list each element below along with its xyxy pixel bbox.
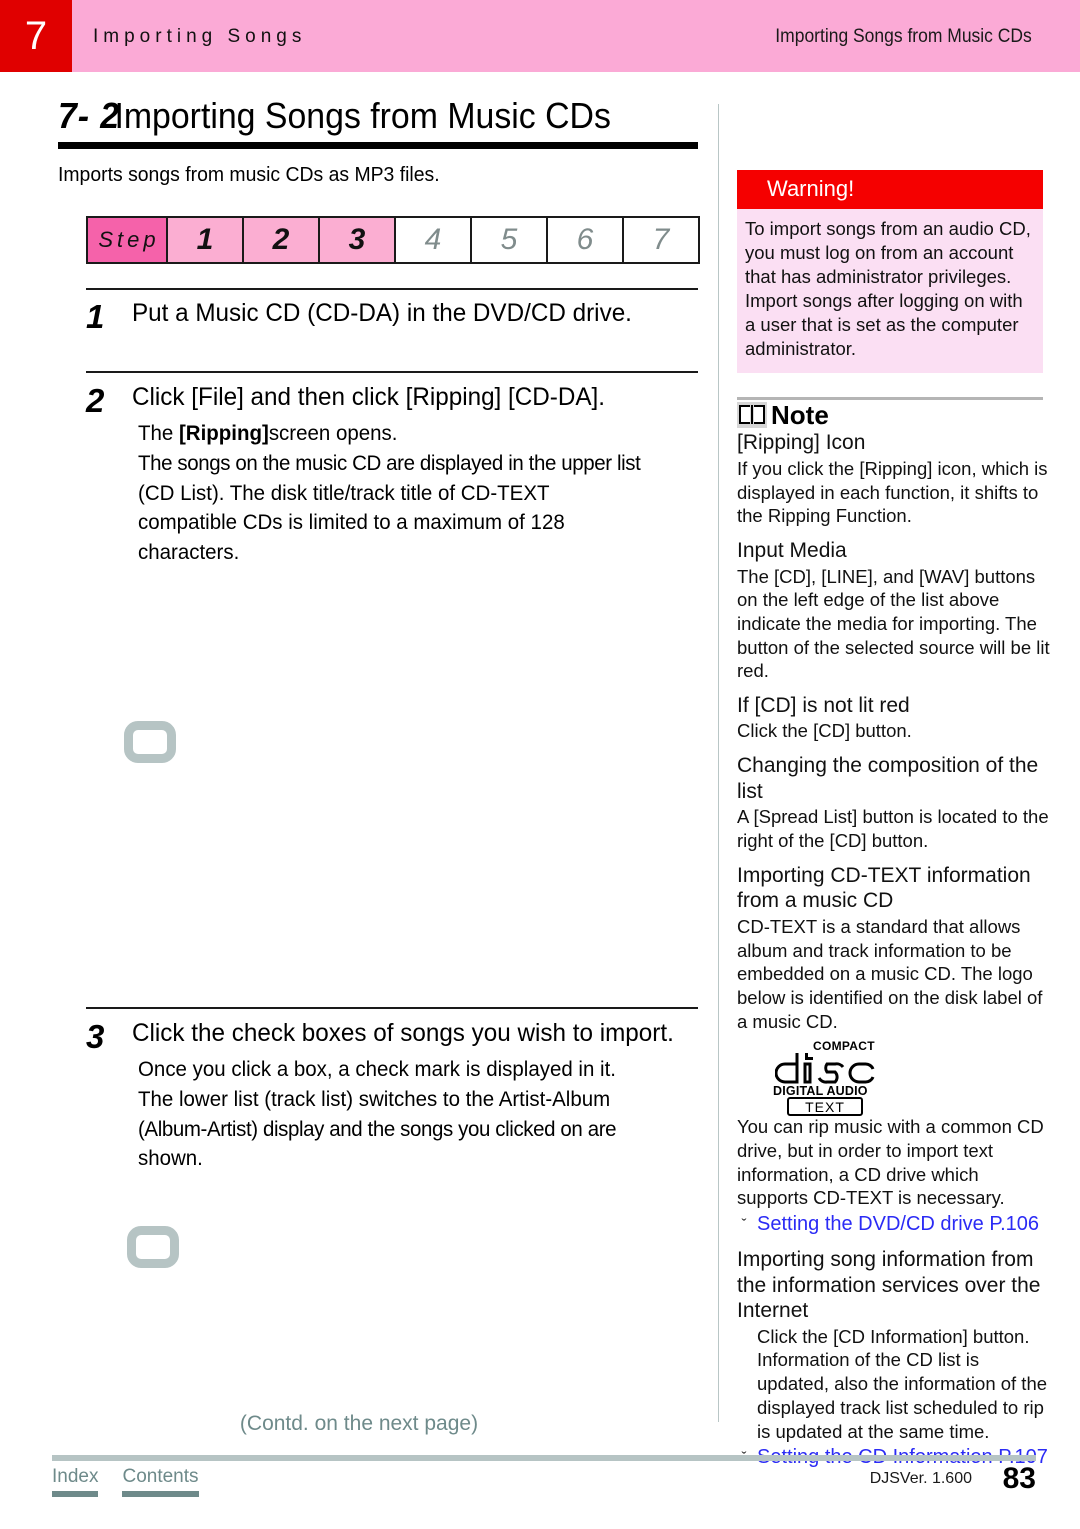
step-bar-label: Step [88, 218, 166, 262]
step-3-body-line-3: shown. [138, 1147, 203, 1171]
step-3-rule [86, 1007, 698, 1009]
step-2-bold: [Ripping] [178, 422, 269, 445]
step-2-pre: The [138, 422, 179, 445]
step-cell-3[interactable]: 3 [318, 218, 394, 262]
note-text-importing-cdtext: CD-TEXT is a standard that allows album … [737, 915, 1043, 1032]
chapter-tab: 7 [0, 0, 72, 72]
footer-links: Index Contents [52, 1466, 199, 1497]
step-cell-6[interactable]: 6 [546, 218, 622, 262]
footer-link-index-bar [52, 1491, 99, 1497]
screenshot-placeholder-2 [127, 1226, 179, 1268]
header-section-title: Importing Songs from Music CDs [775, 26, 1032, 47]
warning-text: To import songs from an audio CD, you mu… [737, 209, 1043, 374]
step-2-post: screen opens. [268, 422, 398, 445]
step-2-body-line-3: compatible CDs is limited to a maximum o… [138, 511, 565, 535]
title-underline [58, 142, 698, 149]
manual-page: 7 Importing Songs Importing Songs from M… [0, 0, 1080, 1529]
footer-version: DJSVer. 1.600 [869, 1470, 972, 1487]
note-text-ripping-icon: If you click the [Ripping] icon, which i… [737, 457, 1048, 527]
step-3-heading: Click the check boxes of songs you wish … [132, 1019, 674, 1047]
step-cell-4[interactable]: 4 [394, 218, 470, 262]
footer-link-contents[interactable]: Contents [122, 1466, 199, 1497]
step-2-body-line-0: The [Ripping]screen opens. [138, 419, 711, 449]
footer-divider [52, 1455, 1036, 1461]
step-3-body-line-1: The lower list (track list) switches to … [138, 1087, 611, 1111]
step-cell-7[interactable]: 7 [622, 218, 698, 262]
step-1: 1 Put a Music CD (CD-DA) in the DVD/CD d… [86, 298, 726, 333]
footer-link-contents-bar [122, 1491, 199, 1497]
step-3: 3 Click the check boxes of songs you wis… [86, 1018, 726, 1174]
note-sub-cd-not-lit: If [CD] is not lit red [737, 693, 910, 717]
step-progress-bar: Step 1 2 3 4 5 6 7 [86, 216, 700, 264]
footer-link-index[interactable]: Index [52, 1466, 99, 1497]
step-cell-1[interactable]: 1 [166, 218, 242, 262]
cd-logo-digital-audio-label: DIGITAL AUDIO [773, 1084, 868, 1099]
header-chapter-title: Importing Songs [93, 26, 307, 47]
step-2-rule [86, 371, 698, 373]
note-text-changing-composition: A [Spread List] button is located to the… [737, 806, 1049, 852]
step-cell-5[interactable]: 5 [470, 218, 546, 262]
link-dvd-cd-drive-label[interactable]: Setting the DVD/CD drive P.106 [757, 1212, 1039, 1237]
step-3-body-line-2: (Album-Artist) display and the songs you… [138, 1117, 617, 1141]
footer-link-contents-label: Contents [122, 1466, 199, 1487]
warning-box: Warning! To import songs from an audio C… [737, 170, 1043, 374]
cd-logo-text-badge: TEXT [787, 1097, 863, 1117]
sidebar-column: Warning! To import songs from an audio C… [737, 170, 1053, 1470]
note-sub-input-media: Input Media [737, 538, 847, 562]
warning-heading: Warning! [737, 170, 1043, 209]
link-dvd-cd-drive[interactable]: ˇ Setting the DVD/CD drive P.106 [737, 1212, 1053, 1237]
compact-disc-digital-audio-text-logo: COMPACT DIGITAL AUDIO TEXT [769, 1039, 887, 1117]
footer-page-number: 83 [1002, 1462, 1036, 1495]
link-arrow-icon: ˇ [741, 1215, 747, 1233]
book-icon [737, 402, 767, 429]
page-title-number: 7- 2 [58, 95, 121, 136]
step-3-body: Once you click a box, a check mark is di… [138, 1055, 711, 1174]
page-header: 7 Importing Songs Importing Songs from M… [0, 0, 1080, 72]
step-3-number: 3 [86, 1018, 105, 1055]
intro-text: Imports songs from music CDs as MP3 file… [58, 164, 440, 186]
step-2-heading: Click [File] and then click [Ripping] [C… [132, 383, 606, 411]
note-header: Note [737, 397, 1043, 431]
note-text-cdtext-after-logo: You can rip music with a common CD drive… [737, 1116, 1044, 1209]
note-sub-internet-info: Importing song information from the info… [737, 1247, 1041, 1323]
note-sub-ripping-icon: [Ripping] Icon [737, 431, 866, 455]
cd-logo-disc-glyph [775, 1053, 875, 1084]
step-cell-2[interactable]: 2 [242, 218, 318, 262]
screenshot-placeholder-1 [124, 721, 176, 763]
page-title: 7- 2Importing Songs from Music CDs [58, 95, 708, 136]
step-1-heading: Put a Music CD (CD-DA) in the DVD/CD dri… [132, 299, 632, 327]
chapter-number: 7 [24, 14, 48, 58]
note-sub-changing-composition: Changing the composition of the list [737, 754, 1039, 803]
note-text-cd-not-lit: Click the [CD] button. [737, 720, 912, 742]
page-title-text: Importing Songs from Music CDs [114, 95, 611, 136]
note-sub-importing-cdtext: Importing CD-TEXT information from a mus… [737, 863, 1031, 913]
step-3-body-line-0: Once you click a box, a check mark is di… [138, 1058, 616, 1081]
step-2-body-line-2: (CD List). The disk title/track title of… [138, 481, 550, 505]
step-2-body-line-1: The songs on the music CD are displayed … [138, 451, 641, 475]
step-1-rule [86, 288, 698, 290]
continued-note: (Contd. on the next page) [239, 1412, 479, 1435]
step-2-body-line-4: characters. [138, 541, 240, 565]
footer-link-index-label: Index [52, 1466, 99, 1487]
step-2: 2 Click [File] and then click [Ripping] … [86, 382, 726, 568]
step-2-body: The [Ripping]screen opens. The songs on … [138, 419, 711, 568]
note-text-internet-info: Click the [CD Information] button. Infor… [757, 1325, 1048, 1442]
step-2-number: 2 [86, 382, 105, 419]
note-text-input-media: The [CD], [LINE], and [WAV] buttons on t… [737, 565, 1050, 682]
step-1-number: 1 [86, 298, 105, 335]
note-title: Note [771, 400, 829, 431]
